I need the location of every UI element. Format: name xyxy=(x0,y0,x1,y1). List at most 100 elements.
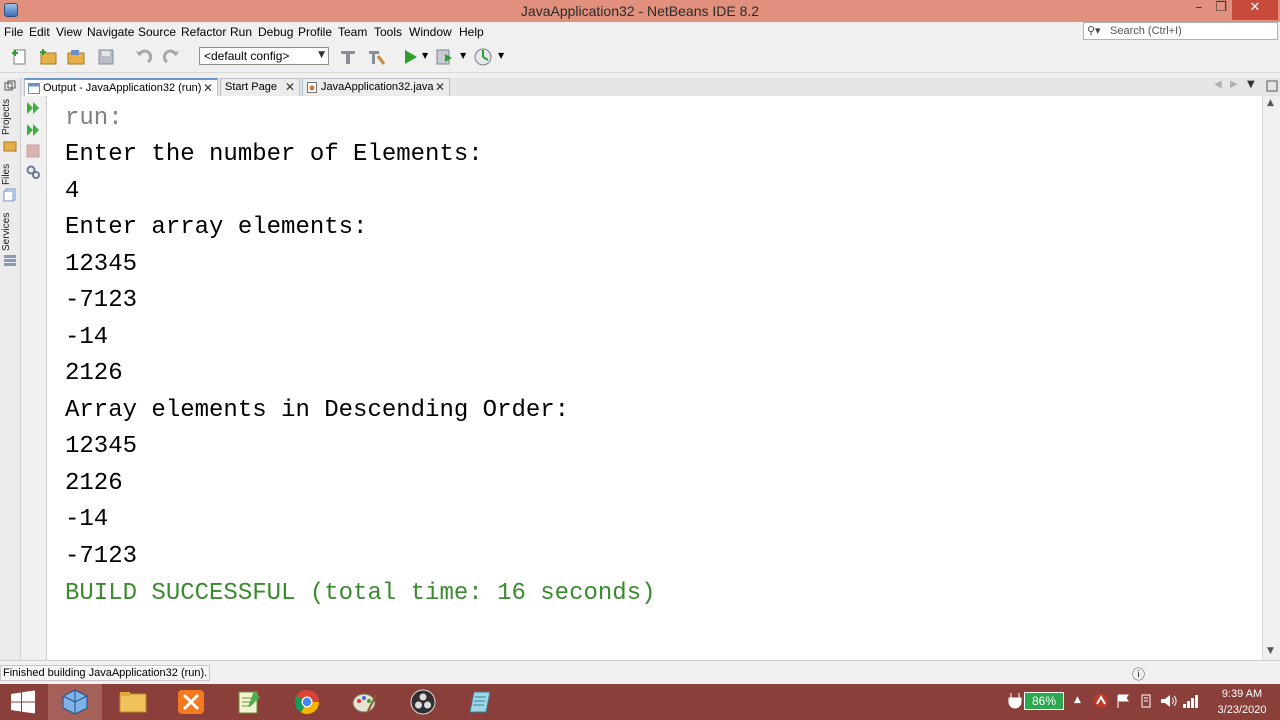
menu-profile[interactable]: Profile xyxy=(298,25,332,39)
chevron-down-icon: ▼ xyxy=(318,50,325,60)
services-panel-tab[interactable]: Services xyxy=(1,210,19,254)
debug-dropdown-icon[interactable]: ▼ xyxy=(460,51,466,60)
chrome-icon xyxy=(294,690,319,715)
network-adapter-icon[interactable] xyxy=(1138,693,1154,709)
taskbar-file-explorer[interactable] xyxy=(106,684,160,720)
services-icon[interactable] xyxy=(3,254,17,268)
windows-start-icon[interactable] xyxy=(10,690,36,714)
battery-indicator[interactable]: 86% xyxy=(1024,692,1064,710)
menu-run[interactable]: Run xyxy=(230,25,252,39)
vertical-scrollbar[interactable]: ▲ ▼ xyxy=(1262,96,1280,660)
open-project-icon[interactable] xyxy=(66,47,86,67)
files-icon[interactable] xyxy=(3,188,17,202)
menu-debug[interactable]: Debug xyxy=(258,25,293,39)
taskbar-obs[interactable] xyxy=(396,684,450,720)
restore-window-group-icon[interactable] xyxy=(4,80,16,92)
menu-refactor[interactable]: Refactor xyxy=(181,25,226,39)
close-tab-icon[interactable]: ✕ xyxy=(435,80,445,94)
power-plug-icon[interactable] xyxy=(1008,692,1022,710)
scroll-up-icon[interactable]: ▲ xyxy=(1267,98,1274,108)
tab-start-page[interactable]: Start Page ✕ xyxy=(220,78,300,96)
rerun-icon[interactable] xyxy=(25,100,41,116)
notepad-icon xyxy=(238,691,260,714)
tab-output-label: Output - JavaApplication32 (run) xyxy=(43,82,202,94)
configuration-value: <default config> xyxy=(204,49,290,63)
stop-icon[interactable] xyxy=(26,144,40,158)
projects-panel-tab[interactable]: Projects xyxy=(1,96,19,138)
console-line: -14 xyxy=(65,506,109,533)
profile-dropdown-icon[interactable]: ▼ xyxy=(498,51,504,60)
menu-file[interactable]: File xyxy=(4,25,23,39)
close-button[interactable]: ✕ xyxy=(1232,0,1278,20)
show-opened-documents-icon[interactable]: ▼ xyxy=(1247,79,1255,90)
clock-time: 9:39 AM xyxy=(1221,688,1263,700)
menu-view[interactable]: View xyxy=(56,25,82,39)
output-console[interactable]: run: Enter the number of Elements: 4 Ent… xyxy=(46,96,1263,660)
projects-icon[interactable] xyxy=(3,140,17,152)
show-hidden-icons[interactable]: ▲ xyxy=(1074,695,1081,705)
menu-source[interactable]: Source xyxy=(138,25,176,39)
wifi-signal-icon[interactable] xyxy=(1182,694,1200,708)
tab-java-file-label: JavaApplication32.java xyxy=(321,81,434,93)
taskbar-xampp[interactable] xyxy=(164,684,218,720)
files-panel-tab[interactable]: Files xyxy=(1,160,19,188)
menu-edit[interactable]: Edit xyxy=(29,25,50,39)
redo-icon[interactable] xyxy=(162,47,182,67)
taskbar-paint[interactable] xyxy=(338,684,392,720)
new-file-icon[interactable] xyxy=(10,47,30,67)
console-line: Enter array elements: xyxy=(65,214,368,241)
maximize-window-icon[interactable] xyxy=(1266,80,1278,92)
taskbar-netbeans[interactable] xyxy=(48,684,102,720)
run-dropdown-icon[interactable]: ▼ xyxy=(422,51,428,60)
paint-icon xyxy=(352,693,377,713)
undo-icon[interactable] xyxy=(133,47,153,67)
antivirus-icon[interactable] xyxy=(1093,693,1109,709)
title-bar: JavaApplication32 - NetBeans IDE 8.2 – ❐… xyxy=(0,0,1280,22)
output-window-icon xyxy=(28,83,40,94)
taskbar-clock[interactable]: 9:39 AM 3/23/2020 xyxy=(1206,686,1278,718)
console-line: run: xyxy=(65,105,123,132)
tab-java-file[interactable]: JavaApplication32.java ✕ xyxy=(302,78,450,96)
action-center-flag-icon[interactable] xyxy=(1116,694,1132,708)
restore-button[interactable]: ❐ xyxy=(1210,0,1232,20)
console-line: BUILD SUCCESSFUL (total time: 16 seconds… xyxy=(65,580,656,607)
search-icon: ⚲▾ xyxy=(1087,24,1101,37)
menu-navigate[interactable]: Navigate xyxy=(87,25,134,39)
output-actions xyxy=(21,96,45,660)
console-line: -14 xyxy=(65,324,109,351)
debug-project-icon[interactable] xyxy=(434,47,454,67)
console-line: 4 xyxy=(65,178,80,205)
toolbar xyxy=(0,42,1280,73)
console-line: 12345 xyxy=(65,433,138,460)
tab-output[interactable]: Output - JavaApplication32 (run) ✕ xyxy=(24,78,218,96)
new-project-icon[interactable] xyxy=(38,47,58,67)
taskbar-notepad[interactable] xyxy=(222,684,276,720)
menu-window[interactable]: Window xyxy=(409,25,452,39)
console-line: 12345 xyxy=(65,251,138,278)
scroll-down-icon[interactable]: ▼ xyxy=(1267,646,1274,656)
menu-help[interactable]: Help xyxy=(459,25,484,39)
minimize-button[interactable]: – xyxy=(1188,0,1210,20)
run-project-icon[interactable] xyxy=(400,47,420,67)
taskbar-editor[interactable] xyxy=(454,684,508,720)
console-line: -7123 xyxy=(65,287,138,314)
close-tab-icon[interactable]: ✕ xyxy=(203,81,213,95)
profile-project-icon[interactable] xyxy=(473,47,493,67)
notifications-icon[interactable]: ⓘ xyxy=(1132,664,1145,683)
build-project-icon[interactable] xyxy=(338,47,358,67)
close-tab-icon[interactable]: ✕ xyxy=(285,80,295,94)
configuration-select[interactable]: <default config> ▼ xyxy=(199,47,329,65)
settings-icon[interactable] xyxy=(25,164,41,180)
scroll-tabs-right-icon[interactable]: ▶ xyxy=(1230,79,1238,90)
clean-build-icon[interactable] xyxy=(366,47,386,67)
save-all-icon[interactable] xyxy=(96,47,116,67)
menu-tools[interactable]: Tools xyxy=(374,25,402,39)
taskbar-chrome[interactable] xyxy=(280,684,334,720)
java-file-icon xyxy=(307,82,317,93)
console-line: Array elements in Descending Order: xyxy=(65,397,570,424)
menu-team[interactable]: Team xyxy=(338,25,367,39)
scroll-tabs-left-icon[interactable]: ◀ xyxy=(1214,79,1222,90)
rerun-with-options-icon[interactable] xyxy=(25,122,41,138)
search-input[interactable]: ⚲▾ Search (Ctrl+I) xyxy=(1083,22,1278,40)
volume-icon[interactable] xyxy=(1159,693,1177,709)
